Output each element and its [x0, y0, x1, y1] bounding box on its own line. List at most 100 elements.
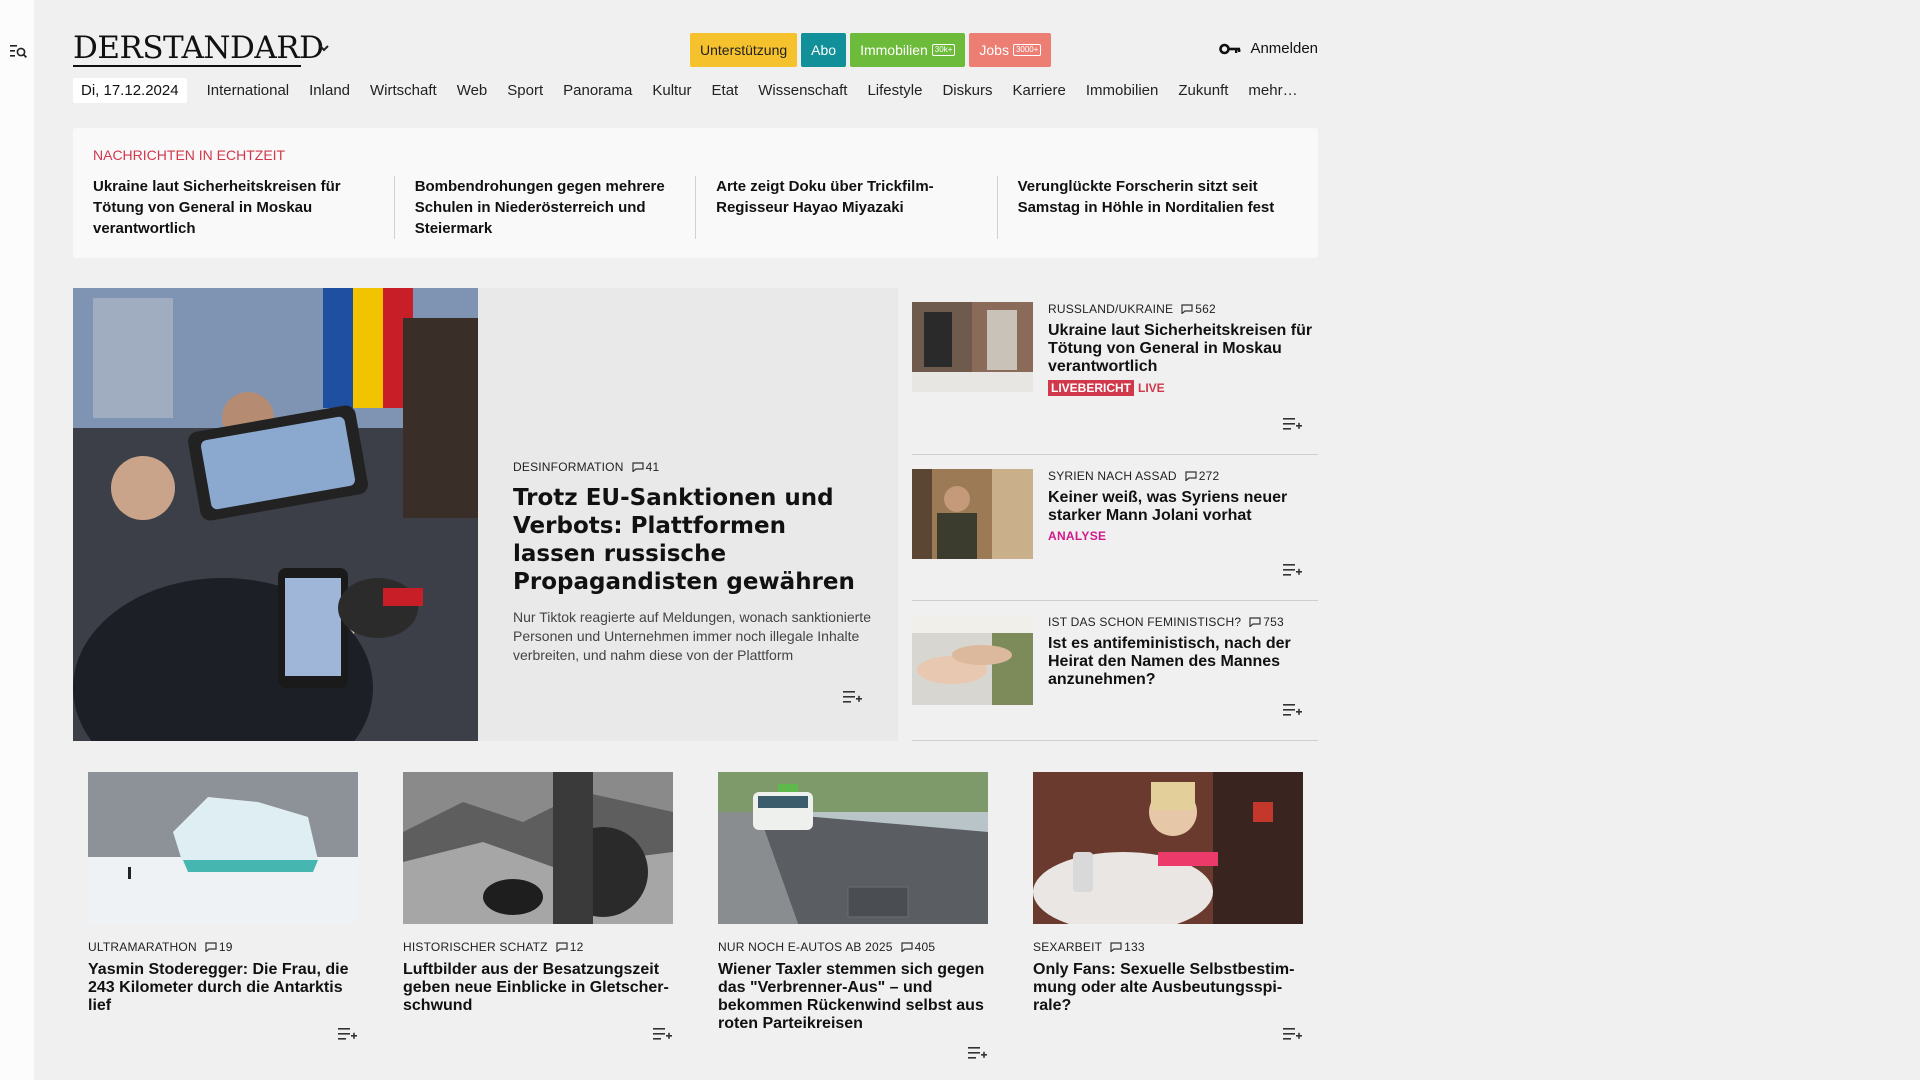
add-to-list-icon[interactable]	[968, 1046, 987, 1060]
story-card[interactable]: NUR NOCH E-AUTOS AB 2025 405 Wiener Taxl…	[718, 772, 988, 1059]
comment-icon	[1249, 617, 1261, 627]
lead-headline[interactable]: Trotz EU-Sanktionen und Verbots: Plattfo…	[513, 484, 873, 596]
login-button[interactable]: Anmelden	[1219, 40, 1318, 57]
side-story[interactable]: IST DAS SCHON FEMINISTISCH? 753 Ist es a…	[912, 601, 1318, 741]
story-card[interactable]: SEXARBEIT 133 Only Fans: Sexuelle Selbst…	[1033, 772, 1303, 1040]
comment-icon	[1185, 471, 1197, 481]
site-logo[interactable]: DERSTANDARD	[73, 30, 324, 66]
left-rail	[0, 0, 34, 1080]
section-nav: Di, 17.12.2024 International Inland Wirt…	[73, 76, 1318, 104]
add-to-list-icon[interactable]	[1283, 1027, 1302, 1041]
nav-item-etat[interactable]: Etat	[712, 82, 739, 99]
nav-item-international[interactable]: International	[207, 82, 290, 99]
jobs-count-badge: 3000+	[1012, 44, 1042, 56]
side-comments[interactable]: 753	[1249, 615, 1284, 629]
nav-item-kultur[interactable]: Kultur	[652, 82, 691, 99]
card-comments[interactable]: 133	[1110, 940, 1145, 954]
side-story-text: SYRIEN NACH ASSAD 272 Keiner weiß, was S…	[1048, 469, 1313, 545]
story-card-image[interactable]	[403, 772, 673, 924]
side-story[interactable]: RUSSLAND/UKRAINE 562 Ukraine laut Sicher…	[912, 288, 1318, 455]
nav-item-inland[interactable]: Inland	[309, 82, 350, 99]
comment-icon	[1181, 304, 1193, 314]
nav-item-wirtschaft[interactable]: Wirtschaft	[370, 82, 437, 99]
card-kicker-label: SEXARBEIT	[1033, 940, 1103, 954]
comment-icon	[901, 942, 913, 952]
side-story[interactable]: SYRIEN NACH ASSAD 272 Keiner weiß, was S…	[912, 455, 1318, 601]
card-kicker: HISTORISCHER SCHATZ 12	[403, 940, 673, 954]
key-icon	[1219, 43, 1241, 54]
side-comment-count: 562	[1195, 302, 1216, 316]
story-card-image[interactable]	[1033, 772, 1303, 924]
side-headline[interactable]: Keiner weiß, was Syriens neuer starker M…	[1048, 489, 1313, 525]
card-kicker-label: HISTORISCHER SCHATZ	[403, 940, 548, 954]
side-comments[interactable]: 562	[1181, 302, 1216, 316]
card-comment-count: 12	[569, 940, 584, 954]
card-headline[interactable]: Only Fans: Sexuelle Selbstbestim­mung od…	[1033, 961, 1303, 1015]
nav-item-more[interactable]: mehr…	[1248, 82, 1297, 99]
add-to-list-icon[interactable]	[653, 1027, 672, 1041]
abo-button[interactable]: Abo	[801, 33, 847, 67]
nav-item-panorama[interactable]: Panorama	[563, 82, 632, 99]
comment-icon	[1110, 942, 1122, 952]
story-card-image[interactable]	[718, 772, 988, 924]
ticker-item[interactable]: Arte zeigt Doku über Trickfilm-Regis­seu…	[695, 176, 996, 239]
side-comments[interactable]: 272	[1185, 469, 1220, 483]
side-kicker-label: SYRIEN NACH ASSAD	[1048, 469, 1177, 483]
story-card-image[interactable]	[88, 772, 358, 924]
card-comment-count: 19	[218, 940, 233, 954]
card-headline[interactable]: Wiener Taxler stemmen sich gegen das "Ve…	[718, 961, 988, 1033]
card-comments[interactable]: 12	[556, 940, 584, 954]
add-to-list-icon[interactable]	[843, 690, 862, 704]
story-card[interactable]: HISTORISCHER SCHATZ 12 Luftbilder aus de…	[403, 772, 673, 1040]
add-to-list-icon[interactable]	[1283, 563, 1302, 577]
comment-icon	[556, 942, 568, 952]
nav-item-diskurs[interactable]: Diskurs	[942, 82, 992, 99]
lead-kicker: DESINFORMATION 41	[513, 460, 873, 474]
side-headline[interactable]: Ist es antifeministisch, nach der Heirat…	[1048, 635, 1313, 689]
card-headline[interactable]: Yasmin Stoderegger: Die Frau, die 243 Ki…	[88, 961, 358, 1015]
nav-item-sport[interactable]: Sport	[507, 82, 543, 99]
jobs-button[interactable]: Jobs 3000+	[969, 33, 1052, 67]
add-to-list-icon[interactable]	[1283, 417, 1302, 431]
side-story-image[interactable]	[912, 469, 1033, 559]
ticker-item[interactable]: Verunglückte Forscherin sitzt seit Samst…	[996, 176, 1298, 239]
lead-comment-count: 41	[645, 460, 660, 474]
lead-story[interactable]: DESINFORMATION 41 Trotz EU-Sanktionen un…	[73, 288, 898, 741]
nav-item-karriere[interactable]: Karriere	[1012, 82, 1065, 99]
immobilien-button[interactable]: Immobilien 30k+	[850, 33, 966, 67]
live-label: LIVE	[1138, 381, 1165, 395]
card-comments[interactable]: 405	[901, 940, 936, 954]
nav-item-lifestyle[interactable]: Lifestyle	[867, 82, 922, 99]
side-kicker: IST DAS SCHON FEMINISTISCH? 753	[1048, 615, 1313, 629]
side-story-text: RUSSLAND/UKRAINE 562 Ukraine laut Sicher…	[1048, 302, 1313, 397]
ticker-item[interactable]: Bombendrohungen gegen mehrere Schulen in…	[393, 176, 695, 239]
side-story-image[interactable]	[912, 302, 1033, 392]
nav-item-web[interactable]: Web	[457, 82, 488, 99]
support-button[interactable]: Unterstützung	[690, 33, 798, 67]
card-headline[interactable]: Luftbilder aus der Besatzungszeit geben …	[403, 961, 673, 1015]
card-kicker: ULTRAMARATHON 19	[88, 940, 358, 954]
card-kicker-label: ULTRAMARATHON	[88, 940, 197, 954]
side-comment-count: 272	[1198, 469, 1220, 483]
side-story-text: IST DAS SCHON FEMINISTISCH? 753 Ist es a…	[1048, 615, 1313, 689]
side-headline[interactable]: Ukraine laut Sicherheitskreisen für Tötu…	[1048, 322, 1313, 376]
nav-item-immobilien[interactable]: Immobilien	[1086, 82, 1159, 99]
lead-teaser: Nur Tiktok reagierte auf Meldungen, wona…	[513, 609, 871, 663]
chevron-down-icon[interactable]	[318, 42, 330, 54]
lead-comments[interactable]: 41	[631, 460, 660, 474]
support-label: Unterstützung	[700, 42, 788, 58]
lead-story-image[interactable]	[73, 288, 478, 741]
add-to-list-icon[interactable]	[338, 1027, 357, 1041]
nav-item-wissenschaft[interactable]: Wissenschaft	[758, 82, 847, 99]
nav-item-zukunft[interactable]: Zukunft	[1178, 82, 1228, 99]
story-card[interactable]: ULTRAMARATHON 19 Yasmin Stoderegger: Die…	[88, 772, 358, 1040]
site-header: DERSTANDARD Unterstützung Abo Immobilien…	[73, 28, 1318, 68]
logo-underline	[73, 65, 301, 67]
search-menu-icon[interactable]	[10, 44, 27, 60]
ticker-item[interactable]: Ukraine laut Sicherheitskreisen für Tötu…	[93, 176, 394, 239]
add-to-list-icon[interactable]	[1283, 703, 1302, 717]
card-comments[interactable]: 19	[205, 940, 233, 954]
comment-icon	[205, 942, 217, 952]
side-story-image[interactable]	[912, 615, 1033, 705]
side-kicker: RUSSLAND/UKRAINE 562	[1048, 302, 1313, 316]
